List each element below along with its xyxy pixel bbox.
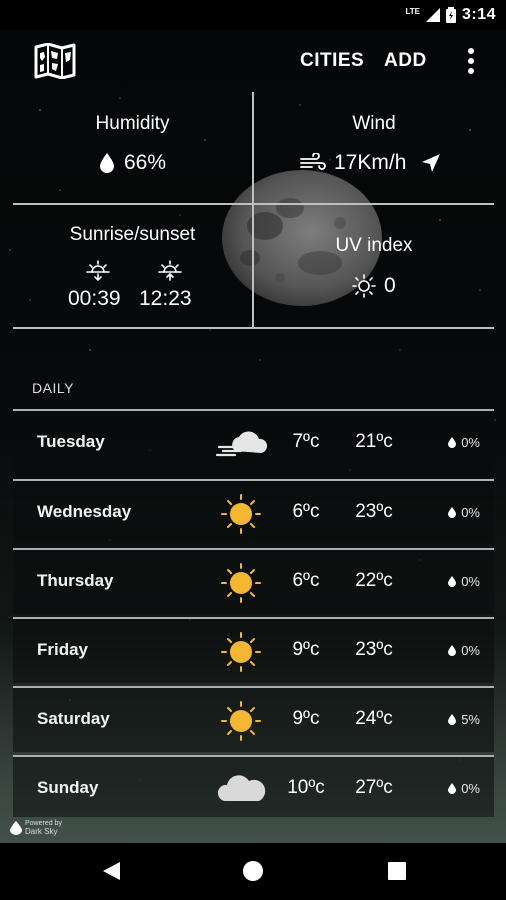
network-type: LTE <box>405 6 420 16</box>
daily-row-sunday[interactable]: Sunday 10ºc 27ºc 0% <box>13 755 494 817</box>
sunset-time: 12:23 <box>139 287 192 310</box>
dark-sky-logo-icon <box>10 821 22 835</box>
min-temp: 10ºc <box>287 777 325 798</box>
precip-value: 0% <box>461 505 480 520</box>
max-temp: 21ºc <box>355 431 393 452</box>
home-icon[interactable] <box>242 860 264 882</box>
day-name: Friday <box>37 640 89 659</box>
daily-row-wednesday[interactable]: Wednesday 6ºc 23ºc 0% <box>13 479 494 545</box>
max-temp: 22ºc <box>355 570 393 591</box>
sunrise-time: 00:39 <box>68 287 121 310</box>
precip-group: 0% <box>448 643 480 658</box>
min-temp: 9ºc <box>292 708 320 729</box>
cloud-icon <box>217 775 266 801</box>
weather-screen: LTE 3:14 CITIES ADD Humidity 66% Wind 17… <box>0 0 506 900</box>
daily-row-tuesday[interactable]: Tuesday 7ºc 21ºc 0% <box>13 409 494 475</box>
droplet-icon <box>100 153 114 173</box>
recents-icon[interactable] <box>386 860 408 882</box>
precip-group: 0% <box>448 781 480 796</box>
day-name: Wednesday <box>37 502 132 521</box>
wind-value: 17Km/h <box>334 151 407 174</box>
uv-index-title: UV index <box>335 235 413 256</box>
max-temp: 23ºc <box>355 639 393 660</box>
map-logo-icon[interactable] <box>34 43 76 79</box>
sun-outline-icon <box>352 274 376 298</box>
precip-group: 5% <box>448 712 480 727</box>
droplet-icon <box>448 437 457 448</box>
grid-divider-horizontal <box>13 203 494 205</box>
wind-value-group: 17Km/h <box>300 151 442 175</box>
precip-group: 0% <box>448 435 480 450</box>
daily-row-friday[interactable]: Friday 9ºc 23ºc 0% <box>13 617 494 683</box>
sunset-icon <box>158 260 182 281</box>
clock: 3:14 <box>461 6 496 23</box>
status-bar: LTE 3:14 <box>0 0 506 30</box>
day-name: Thursday <box>37 571 114 590</box>
min-temp: 6ºc <box>292 501 320 522</box>
max-temp: 24ºc <box>355 708 393 729</box>
precip-value: 0% <box>461 643 480 658</box>
day-name: Sunday <box>37 778 99 797</box>
humidity-title: Humidity <box>95 113 170 134</box>
add-button[interactable]: ADD <box>384 50 427 72</box>
grid-divider-bottom <box>13 327 494 329</box>
uv-value-group: 0 <box>352 274 396 298</box>
humidity-value: 66% <box>124 151 167 174</box>
max-temp: 27ºc <box>355 777 393 798</box>
precip-value: 0% <box>461 574 480 589</box>
min-temp: 9ºc <box>292 639 320 660</box>
android-nav-bar <box>0 843 506 900</box>
humidity-value-group: 66% <box>98 151 166 175</box>
precip-value: 0% <box>461 781 480 796</box>
sun-icon <box>221 563 261 603</box>
day-name: Saturday <box>37 709 110 728</box>
sunrise-sunset-title: Sunrise/sunset <box>69 224 196 245</box>
droplet-icon <box>448 714 457 725</box>
app-bar: CITIES ADD <box>0 30 506 92</box>
battery-icon <box>445 7 456 23</box>
precip-group: 0% <box>448 574 480 589</box>
precip-value: 5% <box>461 712 480 727</box>
uv-value: 0 <box>384 274 396 297</box>
wind-direction-icon <box>422 154 441 172</box>
droplet-icon <box>448 783 457 794</box>
powered-by-dark-sky[interactable]: Powered by Dark Sky <box>10 820 62 836</box>
daily-row-thursday[interactable]: Thursday 6ºc 22ºc 0% <box>13 548 494 614</box>
droplet-icon <box>448 645 457 656</box>
wind-title: Wind <box>352 113 396 134</box>
droplet-icon <box>448 507 457 518</box>
overflow-menu-icon[interactable] <box>466 47 476 75</box>
min-temp: 6ºc <box>292 570 320 591</box>
wind-cloud-icon <box>215 431 267 457</box>
day-name: Tuesday <box>37 432 105 451</box>
cities-button[interactable]: CITIES <box>300 50 364 72</box>
sun-icon <box>221 494 261 534</box>
back-icon[interactable] <box>100 860 122 882</box>
daily-row-saturday[interactable]: Saturday 9ºc 24ºc 5% <box>13 686 494 752</box>
powered-by-line2: Dark Sky <box>25 827 58 836</box>
signal-icon <box>425 8 440 22</box>
precip-value: 0% <box>461 435 480 450</box>
daily-section-label: DAILY <box>32 380 74 396</box>
powered-by-text: Powered by Dark Sky <box>25 820 62 836</box>
droplet-icon <box>448 576 457 587</box>
precip-group: 0% <box>448 505 480 520</box>
sun-icon <box>221 632 261 672</box>
max-temp: 23ºc <box>355 501 393 522</box>
wind-icon <box>300 153 326 170</box>
sunrise-icon <box>86 260 110 282</box>
min-temp: 7ºc <box>292 431 320 452</box>
sun-icon <box>221 701 261 741</box>
